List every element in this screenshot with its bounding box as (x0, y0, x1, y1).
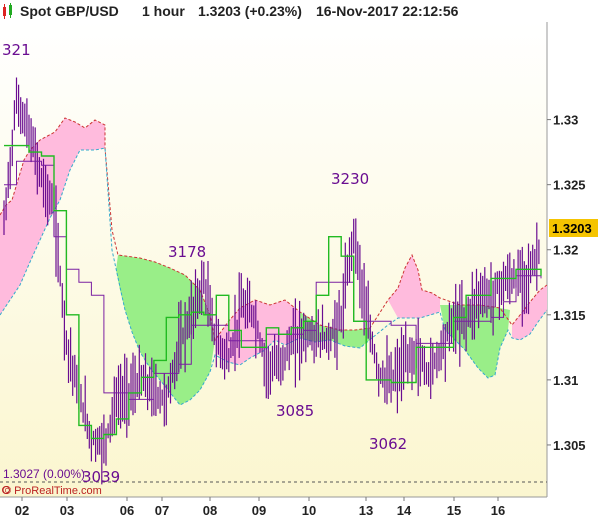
y-tick-label: 1.32 (553, 243, 578, 258)
current-price-tag: 1.3203 (549, 219, 598, 237)
y-tick-label: 1.33 (553, 113, 578, 128)
y-tick-label: 1.315 (553, 308, 586, 323)
gbpusd-chart: Spot GBP/USD 1 hour 1.3203 (+0.23%) 16-N… (0, 0, 600, 519)
x-axis-panel (0, 497, 600, 519)
header-symbol: Spot GBP/USD (20, 3, 119, 19)
x-tick-label: 14 (397, 503, 412, 518)
credit: © ProRealTime.com (2, 485, 102, 497)
header-price-change: 1.3203 (+0.23%) (198, 3, 302, 19)
y-tick-label: 1.305 (553, 438, 586, 453)
annotation-3230: 3230 (331, 170, 369, 188)
credit-label: © ProRealTime.com (3, 485, 102, 497)
x-tick-label: 03 (60, 503, 74, 518)
header-datetime: 16-Nov-2017 22:12:56 (316, 3, 459, 19)
annotation-3178: 3178 (168, 243, 206, 261)
y-axis-panel (547, 22, 600, 497)
y-tick-label: 1.325 (553, 178, 586, 193)
x-tick-label: 06 (120, 503, 134, 518)
annotation-3085: 3085 (276, 402, 314, 420)
x-tick-label: 13 (359, 503, 373, 518)
header: Spot GBP/USD 1 hour 1.3203 (+0.23%) 16-N… (3, 3, 459, 19)
header-timeframe: 1 hour (142, 3, 185, 19)
reference-label: 1.3027 (0.00%) (3, 467, 85, 481)
x-tick-label: 16 (491, 503, 505, 518)
x-tick-label: 08 (203, 503, 217, 518)
x-tick-label: 07 (155, 503, 169, 518)
annotation-high-left: 321 (2, 41, 31, 59)
annotation-3039: 3039 (82, 468, 120, 486)
x-tick-label: 10 (302, 503, 316, 518)
x-tick-label: 15 (447, 503, 461, 518)
x-tick-label: 02 (15, 503, 29, 518)
x-tick-label: 09 (252, 503, 266, 518)
annotation-3062: 3062 (369, 435, 407, 453)
current-price-tag-label: 1.3203 (552, 221, 592, 236)
y-tick-label: 1.31 (553, 373, 578, 388)
